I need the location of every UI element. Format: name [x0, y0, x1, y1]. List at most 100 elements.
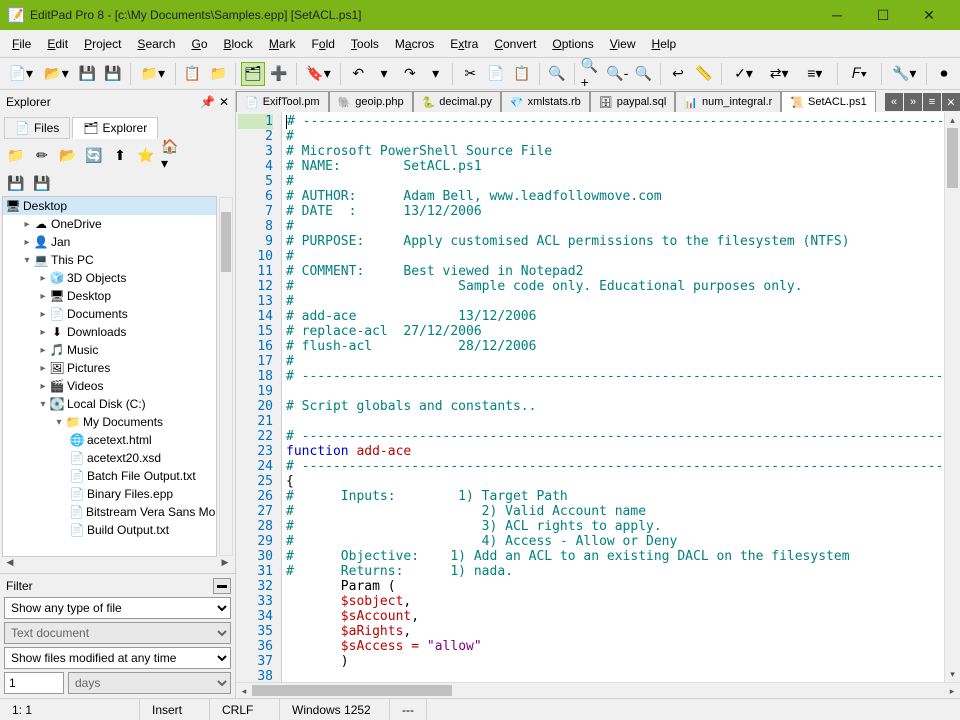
menu-convert[interactable]: Convert [486, 33, 544, 55]
undo-more-button[interactable]: ▾ [372, 62, 396, 86]
wrap-button[interactable]: ↩ [666, 62, 690, 86]
menu-options[interactable]: Options [544, 33, 601, 55]
tree-downloads[interactable]: ▸⬇Downloads [3, 323, 216, 341]
up-folder-button[interactable]: ⬆ [108, 143, 132, 167]
tree-file[interactable]: 📄acetext20.xsd [3, 449, 216, 467]
pin-icon[interactable]: 📌 [200, 95, 215, 109]
open-file-button[interactable]: 📂▾ [40, 62, 74, 86]
tree-scrollbar[interactable] [219, 197, 233, 556]
menu-macros[interactable]: Macros [387, 33, 442, 55]
tree-desktop[interactable]: 🖥Desktop [3, 197, 216, 215]
tree-pictures[interactable]: ▸🖼Pictures [3, 359, 216, 377]
tab-list-button[interactable]: ≡ [923, 93, 941, 111]
open-project-button[interactable]: 📁▾ [136, 62, 170, 86]
tab-setacl[interactable]: 📜SetACL.ps1 [781, 91, 875, 112]
menu-extra[interactable]: Extra [442, 33, 486, 55]
tools-button[interactable]: 🔧▾ [887, 62, 921, 86]
zoom-in-button[interactable]: 🔍+ [580, 62, 604, 86]
filter-modified-select[interactable]: Show files modified at any time [4, 647, 231, 669]
maximize-button[interactable]: ☐ [860, 0, 906, 30]
open-folder-button[interactable]: 📂 [56, 143, 80, 167]
font-button[interactable]: 𝐹▾ [843, 62, 877, 86]
tree-music[interactable]: ▸🎵Music [3, 341, 216, 359]
filter-unit-select[interactable]: days [68, 672, 231, 694]
filter-type-select[interactable]: Show any type of file [4, 597, 231, 619]
tree-file[interactable]: 🌐acetext.html [3, 431, 216, 449]
tree-onedrive[interactable]: ▸☁OneDrive [3, 215, 216, 233]
tree-file[interactable]: 📄Bitstream Vera Sans Mono [3, 503, 216, 521]
ruler-button[interactable]: 📏 [692, 62, 716, 86]
tree-localdisk[interactable]: ▾💽Local Disk (C:) [3, 395, 216, 413]
fav-folder-button[interactable]: ⭐ [134, 143, 158, 167]
refresh-button[interactable]: 🔄 [82, 143, 106, 167]
menu-go[interactable]: Go [183, 33, 215, 55]
new-file-button[interactable]: 📄▾ [4, 62, 38, 86]
tab-numintegral[interactable]: 📊num_integral.r [675, 91, 781, 112]
menu-search[interactable]: Search [129, 33, 183, 55]
tree-3dobjects[interactable]: ▸🧊3D Objects [3, 269, 216, 287]
menu-file[interactable]: File [4, 33, 39, 55]
files-tab[interactable]: 📄 Files [4, 117, 70, 139]
menu-block[interactable]: Block [216, 33, 261, 55]
tab-prev-button[interactable]: « [885, 93, 903, 111]
zoom-reset-button[interactable]: 🔍 [631, 62, 655, 86]
tab-exiftool[interactable]: 📄ExifTool.pm [236, 91, 329, 112]
edit-button[interactable]: ✏ [30, 143, 54, 167]
menu-tools[interactable]: Tools [343, 33, 387, 55]
tab-geoip[interactable]: 🐘geoip.php [329, 91, 413, 112]
editor-hscrollbar[interactable]: ◂ ▸ [236, 682, 960, 698]
undo-button[interactable]: ↶ [346, 62, 370, 86]
redo-button[interactable]: ↷ [398, 62, 422, 86]
zoom-out-button[interactable]: 🔍- [605, 62, 629, 86]
explorer-tab[interactable]: 🗂 Explorer [72, 117, 158, 139]
tree-mydocs[interactable]: ▾📁My Documents [3, 413, 216, 431]
home-button[interactable]: 🏠▾ [160, 143, 184, 167]
tree-file[interactable]: 📄Binary Files.epp [3, 485, 216, 503]
menu-help[interactable]: Help [644, 33, 685, 55]
copy-text-button[interactable]: 📄 [484, 62, 508, 86]
explorer-toggle-button[interactable]: 🗂 [241, 62, 265, 86]
menu-project[interactable]: Project [76, 33, 129, 55]
minimize-button[interactable]: ─ [814, 0, 860, 30]
menu-edit[interactable]: Edit [39, 33, 76, 55]
record-button[interactable]: ⏺ [932, 62, 956, 86]
tree-documents[interactable]: ▸📄Documents [3, 305, 216, 323]
menu-view[interactable]: View [602, 33, 644, 55]
tab-paypal[interactable]: 🗄paypal.sql [590, 91, 676, 112]
redo-more-button[interactable]: ▾ [424, 62, 448, 86]
save-all-button[interactable]: 💾 [101, 62, 125, 86]
save-button[interactable]: 💾 [75, 62, 99, 86]
panel-close-icon[interactable]: ✕ [219, 95, 229, 109]
new-folder-button[interactable]: 📁 [4, 143, 28, 167]
folder-tree[interactable]: 🖥Desktop ▸☁OneDrive ▸👤Jan ▾💻This PC ▸🧊3D… [2, 196, 217, 557]
tab-xmlstats[interactable]: 💎xmlstats.rb [501, 91, 590, 112]
compare-button[interactable]: ⇄▾ [762, 62, 796, 86]
find-button[interactable]: 🔍 [545, 62, 569, 86]
tab-next-button[interactable]: » [904, 93, 922, 111]
sort-button[interactable]: ≡▾ [798, 62, 832, 86]
filter-doc-select[interactable]: Text document [4, 622, 231, 644]
filter-number-input[interactable] [4, 672, 64, 694]
tab-close-button[interactable]: ✕ [942, 93, 960, 111]
add-panel-button[interactable]: ➕ [267, 62, 291, 86]
copy-button[interactable]: 📋 [181, 62, 205, 86]
bookmark-button[interactable]: 🔖▾ [302, 62, 336, 86]
editor-vscrollbar[interactable]: ▴ ▾ [944, 112, 960, 682]
tree-thispc[interactable]: ▾💻This PC [3, 251, 216, 269]
paste-button[interactable]: 📋 [510, 62, 534, 86]
cut-button[interactable]: ✂ [458, 62, 482, 86]
close-button[interactable]: ✕ [906, 0, 952, 30]
tree-videos[interactable]: ▸🎬Videos [3, 377, 216, 395]
filter-collapse-button[interactable]: ▬ [213, 578, 231, 594]
tab-decimal[interactable]: 🐍decimal.py [413, 91, 501, 112]
menu-mark[interactable]: Mark [261, 33, 304, 55]
tree-desktop2[interactable]: ▸🖥Desktop [3, 287, 216, 305]
spell-button[interactable]: ✓▾ [727, 62, 761, 86]
save-green-button[interactable]: 💾 [4, 171, 28, 195]
save-green2-button[interactable]: 💾 [30, 171, 54, 195]
folder-button[interactable]: 📁 [206, 62, 230, 86]
tree-file[interactable]: 📄Build Output.txt [3, 521, 216, 539]
menu-fold[interactable]: Fold [304, 33, 343, 55]
code-editor[interactable]: # --------------------------------------… [282, 112, 944, 682]
tree-jan[interactable]: ▸👤Jan [3, 233, 216, 251]
